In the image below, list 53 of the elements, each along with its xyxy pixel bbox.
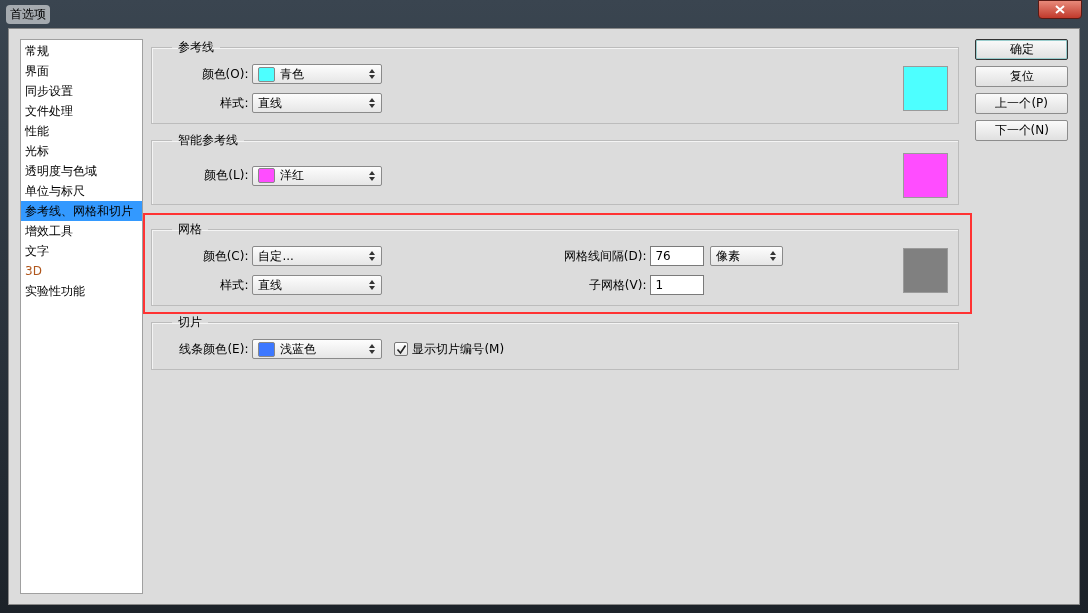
dialog-button[interactable]: 确定	[975, 39, 1068, 60]
color-preview[interactable]	[903, 66, 949, 111]
category-item[interactable]: 同步设置	[21, 81, 143, 101]
category-item[interactable]: 单位与标尺	[21, 181, 143, 201]
updown-arrow-icon	[369, 69, 376, 79]
field-label: 线条颜色(E):	[178, 340, 249, 358]
checkbox-label: 显示切片编号(M)	[412, 340, 505, 358]
dialog-button[interactable]: 下一个(N)	[975, 120, 1068, 141]
updown-arrow-icon	[369, 170, 376, 181]
field-label: 颜色(C):	[201, 247, 249, 265]
category-item[interactable]: 实验性功能	[21, 281, 143, 301]
category-item[interactable]: 界面	[21, 61, 143, 81]
dropdown[interactable]: 洋红	[252, 165, 383, 186]
group-title: 智能参考线	[177, 132, 240, 149]
category-item[interactable]: 增效工具	[21, 221, 143, 241]
close-icon	[1055, 5, 1065, 14]
field-label: 网格线间隔(D):	[562, 247, 647, 265]
updown-arrow-icon	[369, 344, 376, 354]
dialog-button[interactable]: 上一个(P)	[975, 93, 1068, 114]
category-item[interactable]: 光标	[21, 141, 143, 161]
close-button[interactable]	[1038, 0, 1082, 19]
dropdown[interactable]: 直线	[252, 275, 383, 295]
category-item[interactable]: 性能	[21, 121, 143, 141]
field-label: 子网格(V):	[587, 276, 647, 294]
group-title: 参考线	[177, 39, 216, 56]
color-preview[interactable]	[903, 248, 949, 293]
field-label: 样式:	[219, 94, 249, 112]
number-field[interactable]: 76	[650, 246, 705, 266]
group-title: 网格	[177, 221, 204, 238]
category-item[interactable]: 文字	[21, 241, 143, 261]
dropdown[interactable]: 自定...	[252, 246, 383, 266]
group-title: 切片	[177, 314, 204, 331]
category-item[interactable]: 常规	[21, 41, 143, 61]
checkbox[interactable]	[394, 342, 409, 356]
updown-arrow-icon	[770, 251, 777, 261]
number-field[interactable]: 1	[650, 275, 705, 295]
dropdown[interactable]: 浅蓝色	[252, 339, 383, 359]
dialog-button[interactable]: 复位	[975, 66, 1068, 87]
updown-arrow-icon	[369, 98, 376, 108]
category-item[interactable]: 参考线、网格和切片	[21, 201, 143, 221]
color-preview[interactable]	[903, 153, 949, 198]
dropdown[interactable]: 青色	[252, 64, 383, 84]
dropdown[interactable]: 直线	[252, 93, 383, 113]
updown-arrow-icon	[369, 251, 376, 261]
category-item[interactable]: 透明度与色域	[21, 161, 143, 181]
window-title: 首选项	[6, 4, 50, 24]
field-label: 颜色(O):	[200, 65, 249, 83]
field-label: 颜色(L):	[203, 167, 249, 184]
unit-dropdown[interactable]: 像素	[710, 246, 784, 266]
category-item[interactable]: 文件处理	[21, 101, 143, 121]
category-item[interactable]: 3D	[21, 261, 143, 281]
updown-arrow-icon	[369, 280, 376, 290]
field-label: 样式:	[219, 276, 249, 294]
